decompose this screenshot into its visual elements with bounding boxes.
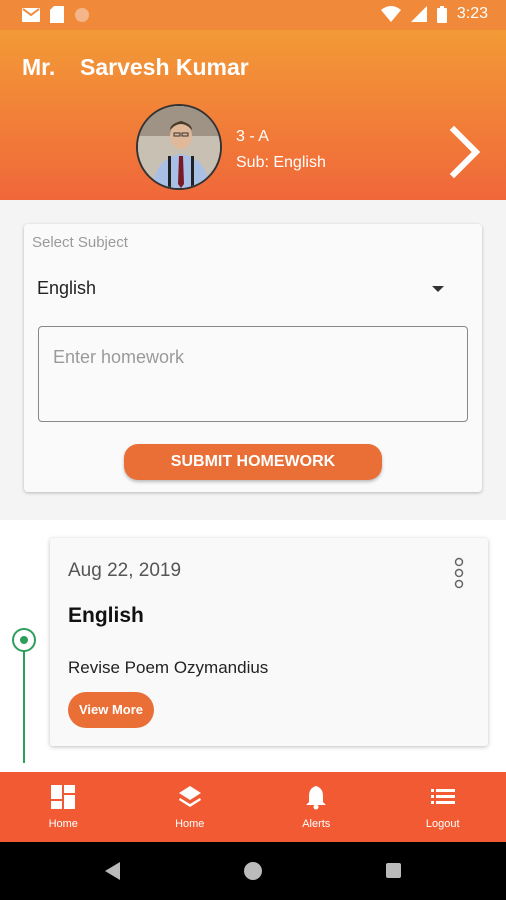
timeline-line (23, 638, 25, 763)
avatar-photo (138, 106, 220, 188)
more-options-icon[interactable] (452, 556, 466, 592)
homework-form-area: Select Subject English SUBMIT HOMEWORK (0, 200, 506, 520)
homework-form-card: Select Subject English SUBMIT HOMEWORK (24, 224, 482, 492)
homework-date: Aug 22, 2019 (68, 560, 182, 581)
nav-label: Home (175, 818, 205, 830)
circle-icon (75, 7, 89, 22)
layers-icon (178, 786, 201, 807)
bell-icon (306, 786, 327, 810)
teacher-name: Sarvesh Kumar (80, 54, 249, 80)
nav-label: Logout (425, 818, 460, 830)
nav-alerts[interactable]: Alerts (253, 772, 380, 842)
back-icon[interactable] (105, 862, 121, 880)
sd-card-icon (50, 6, 64, 23)
mail-icon (22, 7, 40, 22)
nav-home-dashboard[interactable]: Home (0, 772, 127, 842)
subject-dropdown[interactable] (32, 268, 462, 308)
wifi-icon (380, 6, 401, 22)
nav-home-layers[interactable]: Home (127, 772, 254, 842)
status-left-icons (22, 6, 90, 23)
homework-description: Revise Poem Ozymandius (68, 658, 269, 677)
bottom-navigation: Home Home Alerts Logout (0, 772, 506, 842)
status-time: 3:23 (456, 5, 488, 22)
nav-label: Home (48, 818, 78, 830)
submit-homework-button[interactable]: SUBMIT HOMEWORK (124, 444, 382, 480)
homework-input[interactable] (38, 326, 468, 422)
signal-icon (410, 6, 427, 22)
home-circle-icon[interactable] (244, 862, 262, 880)
chevron-right-icon (449, 125, 481, 179)
selected-subject: English (37, 278, 97, 298)
status-right-icons: 3:23 (380, 5, 488, 23)
view-more-button[interactable]: View More (68, 692, 154, 728)
homework-timeline: Aug 22, 2019 English Revise Poem Ozymand… (0, 520, 506, 772)
recent-apps-icon[interactable] (386, 863, 401, 878)
teacher-avatar[interactable] (136, 104, 222, 190)
battery-icon (436, 5, 447, 23)
select-subject-label: Select Subject (32, 234, 128, 251)
timeline-marker-icon (12, 628, 36, 652)
next-button[interactable] (446, 124, 486, 180)
subject-label: Sub: English (236, 154, 326, 171)
class-section: 3 - A (236, 128, 269, 145)
status-bar: 3:23 (0, 0, 506, 30)
homework-subject: English (68, 604, 144, 627)
list-icon (430, 789, 455, 804)
dashboard-icon (51, 785, 76, 809)
system-navigation-bar (0, 842, 506, 900)
profile-header: Mr. Sarvesh Kumar 3 - A Sub: English (0, 30, 506, 200)
teacher-salutation: Mr. (22, 54, 56, 80)
nav-label: Alerts (302, 818, 331, 830)
homework-card[interactable]: Aug 22, 2019 English Revise Poem Ozymand… (50, 538, 488, 746)
dropdown-arrow-icon[interactable] (432, 286, 444, 292)
nav-logout[interactable]: Logout (380, 772, 506, 842)
